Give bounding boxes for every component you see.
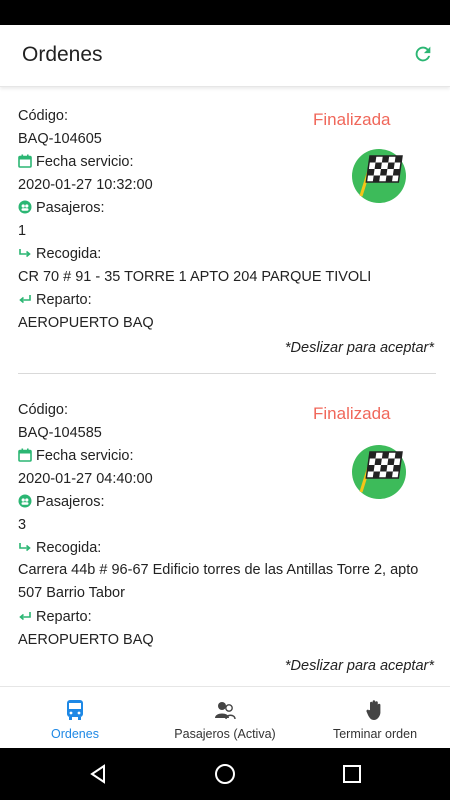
codigo-label: Código: <box>18 402 68 418</box>
pasajeros-row: Pasajeros: <box>18 494 105 510</box>
status-badge: Finalizada <box>313 404 391 423</box>
fecha-row: Fecha servicio: <box>18 448 134 464</box>
arrow-left-icon <box>19 295 31 304</box>
checkered-flag-icon <box>352 445 406 499</box>
fecha-value: 2020-01-27 04:40:00 <box>18 471 153 487</box>
nav-terminar-label: Terminar orden <box>332 727 418 741</box>
recogida-row: Recogida: <box>18 540 101 556</box>
reparto-label: Reparto: <box>36 609 92 625</box>
nav-ordenes[interactable]: Ordenes <box>30 687 120 749</box>
reparto-value: AEROPUERTO BAQ <box>18 315 154 331</box>
refresh-icon <box>415 46 431 62</box>
fecha-label: Fecha servicio: <box>36 448 134 464</box>
codigo-value: BAQ-104605 <box>18 131 102 147</box>
recogida-value: Carrera 44b # 96-67 Edificio torres de l… <box>18 562 419 601</box>
codigo-value: BAQ-104585 <box>18 425 102 441</box>
refresh-button[interactable] <box>410 41 436 67</box>
orders-list[interactable]: Código: Finalizada BAQ-104605 Fecha serv… <box>0 88 450 686</box>
back-icon[interactable] <box>86 762 110 786</box>
reparto-label: Reparto: <box>36 292 92 308</box>
page-title: Ordenes <box>22 43 103 66</box>
people-icon <box>18 200 32 214</box>
status-bar <box>0 0 450 25</box>
nav-ordenes-label: Ordenes <box>51 727 99 741</box>
pasajeros-label: Pasajeros: <box>36 494 105 510</box>
divider <box>18 373 436 374</box>
home-icon[interactable] <box>213 762 237 786</box>
swipe-hint: *Deslizar para aceptar* <box>284 658 434 674</box>
nav-terminar-orden[interactable]: Terminar orden <box>320 687 430 749</box>
hand-icon <box>366 700 381 720</box>
people-icon <box>215 702 236 720</box>
fecha-label: Fecha servicio: <box>36 154 134 170</box>
fecha-value: 2020-01-27 10:32:00 <box>18 177 153 193</box>
recogida-label: Recogida: <box>36 246 102 262</box>
arrow-right-icon <box>19 543 31 552</box>
pasajeros-value: 3 <box>18 517 27 533</box>
reparto-value: AEROPUERTO BAQ <box>18 632 154 648</box>
android-nav-bar <box>0 748 450 800</box>
arrow-right-icon <box>19 249 31 258</box>
pasajeros-label: Pasajeros: <box>36 200 105 216</box>
bus-icon <box>67 700 83 720</box>
codigo-label: Código: <box>18 108 68 124</box>
bottom-nav: Ordenes Pasajeros (Activa) Terminar orde… <box>0 686 450 748</box>
calendar-icon <box>18 448 32 462</box>
nav-pasajeros-label: Pasajeros (Activa) <box>174 727 276 741</box>
recogida-row: Recogida: <box>18 246 101 262</box>
nav-pasajeros[interactable]: Pasajeros (Activa) <box>160 687 290 749</box>
status-badge: Finalizada <box>313 110 391 129</box>
arrow-left-icon <box>19 612 31 621</box>
checkered-flag-icon <box>352 149 406 203</box>
recogida-label: Recogida: <box>36 540 102 556</box>
calendar-icon <box>18 154 32 168</box>
pasajeros-value: 1 <box>18 223 27 239</box>
pasajeros-row: Pasajeros: <box>18 200 105 216</box>
reparto-row: Reparto: <box>18 609 92 625</box>
reparto-row: Reparto: <box>18 292 92 308</box>
swipe-hint: *Deslizar para aceptar* <box>284 340 434 356</box>
recogida-value: CR 70 # 91 - 35 TORRE 1 APTO 204 PARQUE … <box>18 269 372 285</box>
recents-icon[interactable] <box>340 762 364 786</box>
people-icon <box>18 494 32 508</box>
fecha-row: Fecha servicio: <box>18 154 134 170</box>
app-header: Ordenes <box>0 25 450 87</box>
